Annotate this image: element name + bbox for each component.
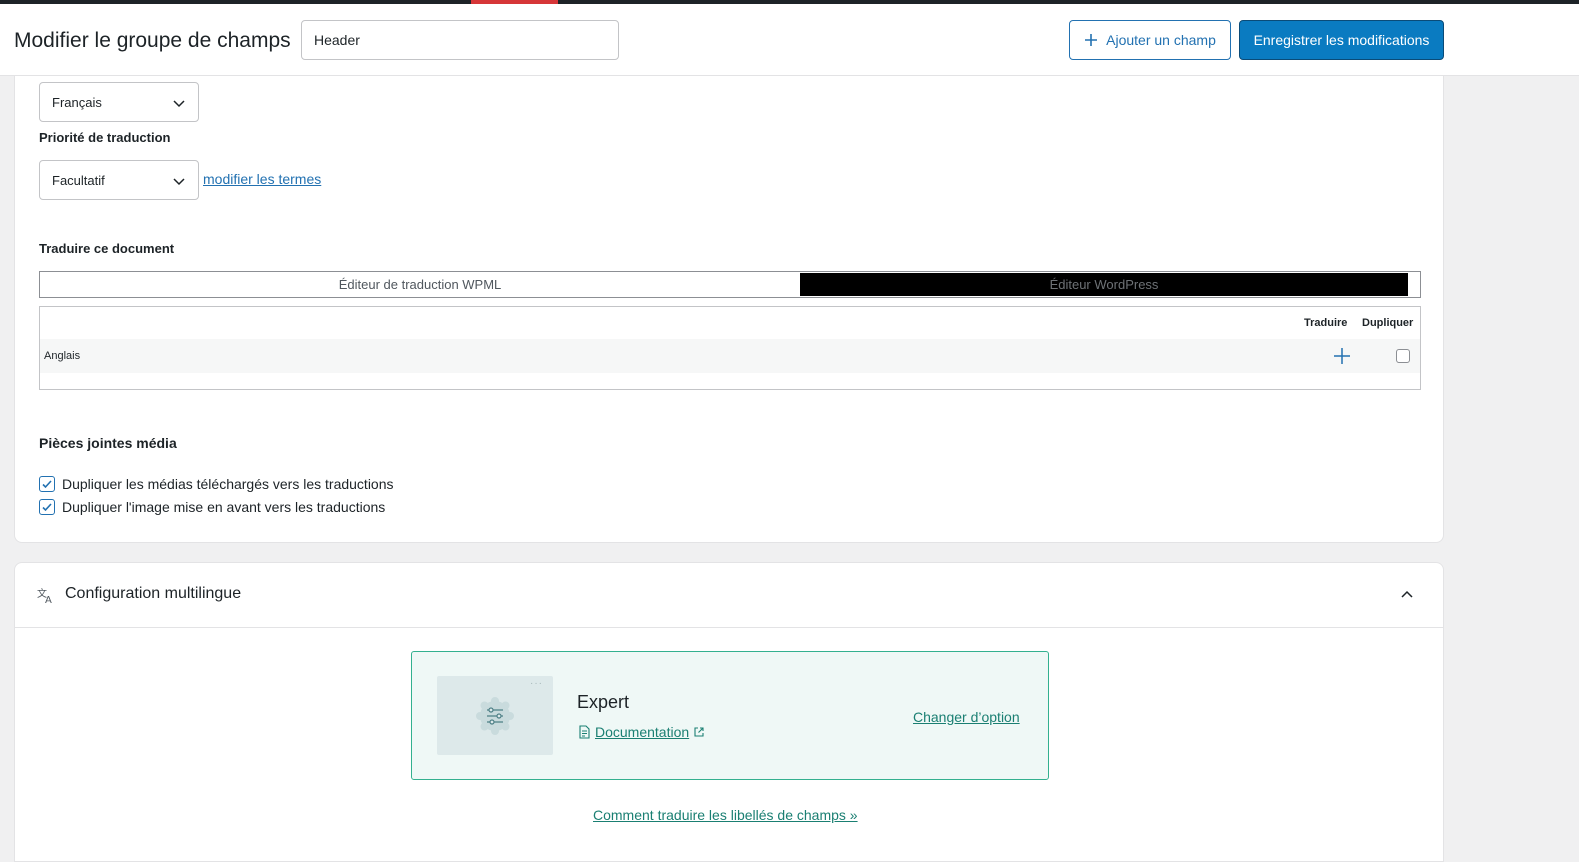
gear-settings-icon	[476, 697, 514, 735]
editor-tabs: Éditeur de traduction WPML Éditeur WordP…	[39, 271, 1421, 298]
duplicate-media-label: Dupliquer les médias téléchargés vers le…	[62, 476, 394, 492]
document-icon	[579, 725, 590, 739]
duplicate-featured-image-checkbox[interactable]	[39, 499, 55, 515]
column-header-translate: Traduire	[1304, 317, 1348, 329]
field-group-title-input[interactable]	[301, 20, 619, 60]
multilingual-config-panel: 文 A Configuration multilingue ··· Expert…	[14, 562, 1444, 862]
translate-icon: 文 A	[37, 587, 52, 604]
tab-wordpress-editor[interactable]: Éditeur WordPress	[800, 273, 1408, 296]
check-icon	[42, 480, 52, 489]
expert-mode-card: ··· Expert Documentation Changer d’optio…	[411, 651, 1049, 780]
translation-settings-panel: Français Priorité de traduction Facultat…	[14, 76, 1444, 543]
external-link-icon	[694, 727, 704, 737]
priority-select[interactable]: Facultatif	[39, 160, 199, 200]
chevron-down-icon	[173, 178, 185, 186]
translate-field-labels-link[interactable]: Comment traduire les libellés de champs …	[593, 807, 858, 823]
expert-mode-thumbnail: ···	[437, 676, 553, 755]
media-attachments-label: Pièces jointes média	[39, 435, 177, 451]
duplicate-featured-image-label: Dupliquer l'image mise en avant vers les…	[62, 499, 386, 515]
translate-document-label: Traduire ce document	[39, 241, 175, 256]
editor-header: Modifier le groupe de champs Ajouter un …	[0, 4, 1579, 76]
documentation-link-label: Documentation	[595, 724, 690, 740]
duplicate-checkbox[interactable]	[1396, 349, 1410, 363]
documentation-link[interactable]: Documentation	[577, 724, 705, 740]
expert-mode-title: Expert	[577, 692, 630, 712]
media-option-row: Dupliquer l'image mise en avant vers les…	[39, 499, 385, 515]
multilingual-config-title: Configuration multilingue	[65, 585, 242, 602]
multilingual-config-header[interactable]: 文 A Configuration multilingue	[15, 563, 1443, 628]
priority-select-value: Facultatif	[52, 172, 105, 188]
add-translation-icon[interactable]	[1332, 346, 1352, 366]
page-title: Modifier le groupe de champs	[14, 29, 291, 52]
media-option-row: Dupliquer les médias téléchargés vers le…	[39, 476, 394, 492]
language-select-value: Français	[52, 94, 102, 110]
chevron-up-icon[interactable]	[1399, 587, 1415, 603]
table-row: Anglais	[40, 339, 1420, 373]
priority-label: Priorité de traduction	[39, 130, 171, 145]
check-icon	[42, 503, 52, 512]
language-select[interactable]: Français	[39, 82, 199, 122]
translation-languages-table: Traduire Dupliquer Anglais	[39, 306, 1421, 390]
plus-icon	[1085, 34, 1098, 46]
add-field-label: Ajouter un champ	[1106, 32, 1216, 48]
more-dots-icon: ···	[530, 678, 543, 689]
save-changes-button[interactable]: Enregistrer les modifications	[1239, 20, 1444, 60]
svg-text:A: A	[45, 595, 52, 604]
add-field-button[interactable]: Ajouter un champ	[1069, 20, 1231, 60]
column-header-duplicate: Dupliquer	[1362, 317, 1414, 329]
row-language: Anglais	[44, 350, 81, 362]
tab-wpml-editor[interactable]: Éditeur de traduction WPML	[40, 272, 800, 297]
change-option-link[interactable]: Changer d’option	[913, 709, 1020, 725]
chevron-down-icon	[173, 100, 185, 108]
edit-terms-link[interactable]: modifier les termes	[203, 171, 321, 187]
duplicate-media-checkbox[interactable]	[39, 476, 55, 492]
